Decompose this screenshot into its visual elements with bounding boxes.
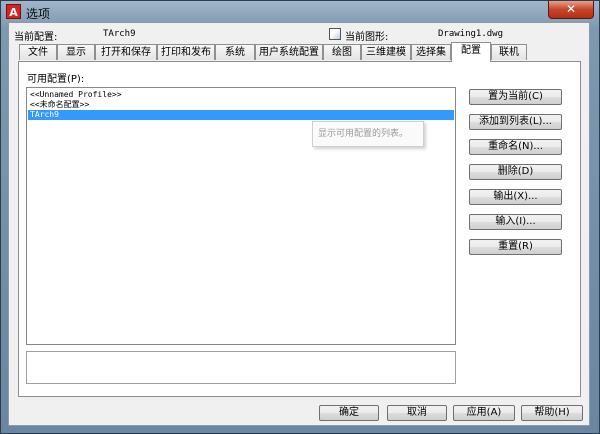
reset-button[interactable]: 重置(R) bbox=[469, 239, 562, 255]
list-item-selected[interactable]: TArch9 bbox=[28, 110, 454, 120]
close-button[interactable]: ✕ bbox=[548, 1, 594, 19]
title-bar[interactable]: A 选项 ✕ bbox=[1, 1, 599, 23]
rename-button[interactable]: 重命名(N)... bbox=[469, 139, 562, 155]
tab-3d-modeling[interactable]: 三维建模 bbox=[361, 44, 411, 60]
delete-button[interactable]: 删除(D) bbox=[469, 164, 562, 180]
set-current-button[interactable]: 置为当前(C) bbox=[469, 89, 562, 105]
tab-user-preferences[interactable]: 用户系统配置 bbox=[255, 44, 323, 60]
cancel-button[interactable]: 取消 bbox=[387, 405, 447, 421]
tab-online[interactable]: 联机 bbox=[491, 44, 527, 60]
window-title: 选项 bbox=[26, 7, 51, 21]
import-button[interactable]: 输入(I)... bbox=[469, 214, 562, 230]
current-drawing-label: 当前图形: bbox=[345, 32, 389, 43]
tab-open-and-save[interactable]: 打开和保存 bbox=[95, 44, 157, 60]
ok-button[interactable]: 确定 bbox=[319, 405, 379, 421]
tab-selection[interactable]: 选择集 bbox=[411, 44, 451, 60]
tab-profiles[interactable]: 配置 bbox=[451, 42, 491, 62]
tab-system[interactable]: 系统 bbox=[215, 44, 255, 60]
list-item[interactable]: <<Unnamed Profile>> bbox=[28, 90, 454, 100]
available-profiles-label: 可用配置(P): bbox=[27, 74, 85, 85]
current-drawing-value: Drawing1.dwg bbox=[438, 29, 504, 39]
add-to-list-button[interactable]: 添加到列表(L)... bbox=[469, 114, 562, 130]
drawing-file-icon bbox=[329, 28, 341, 40]
current-profile-label: 当前配置: bbox=[14, 32, 58, 43]
tab-drafting[interactable]: 绘图 bbox=[323, 44, 361, 60]
apply-button[interactable]: 应用(A) bbox=[453, 405, 515, 421]
tab-plot-and-publish[interactable]: 打印和发布 bbox=[157, 44, 215, 60]
tab-display[interactable]: 显示 bbox=[57, 44, 95, 60]
autocad-app-icon[interactable]: A bbox=[6, 4, 21, 19]
profiles-tooltip: 显示可用配置的列表。 bbox=[312, 121, 424, 147]
profile-description-box bbox=[26, 351, 456, 384]
tab-files[interactable]: 文件 bbox=[19, 44, 57, 60]
current-profile-value: TArch9 bbox=[103, 29, 136, 39]
help-button[interactable]: 帮助(H) bbox=[521, 405, 583, 421]
list-item[interactable]: <<未命名配置>> bbox=[28, 100, 454, 110]
export-button[interactable]: 输出(X)... bbox=[469, 189, 562, 205]
